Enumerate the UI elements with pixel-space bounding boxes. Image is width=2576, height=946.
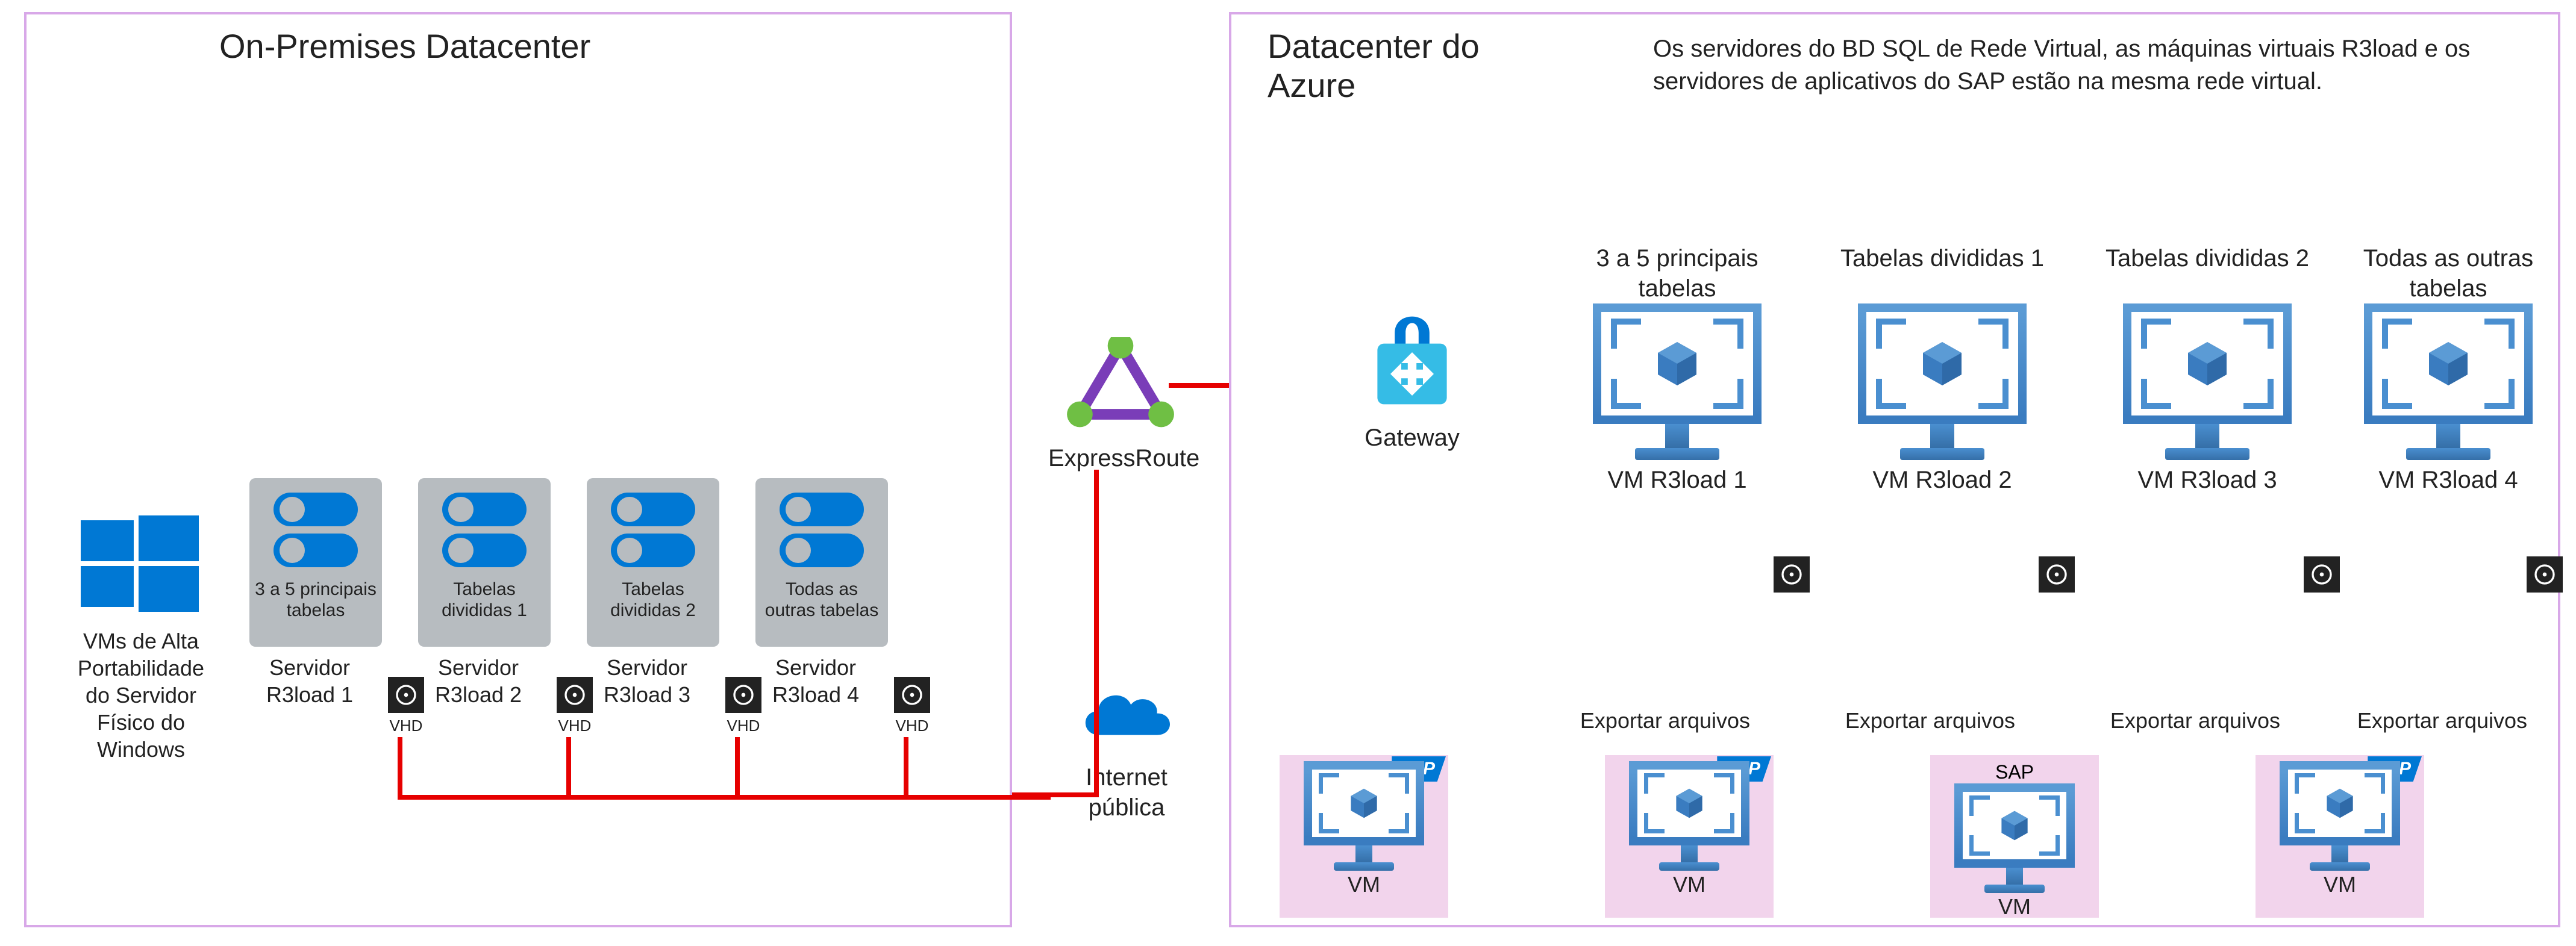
toggle-icon <box>611 534 695 567</box>
server-box: Tabelas divididas 1 <box>418 478 551 647</box>
internet-label: Internet pública <box>1060 762 1193 823</box>
azure-vm-4: Todas as outras tabelas VM R3load 4 <box>2340 243 2557 495</box>
monitor-icon <box>1593 303 1762 460</box>
azure-vm-2: Tabelas divididas 1 VM R3load 2 <box>1834 243 2051 495</box>
vm-top-label: 3 a 5 principais tabelas <box>1569 243 1786 303</box>
vm-name: VM R3load 1 <box>1569 465 1786 495</box>
server-box-text: 3 a 5 principais tabelas <box>249 579 382 621</box>
sap-vm-4: SAP VM <box>2280 761 2400 898</box>
onprem-bus <box>27 14 1051 930</box>
onprem-panel: On-Premises Datacenter VMs de Alta Porta… <box>24 12 1012 927</box>
azure-panel: Datacenter do Azure Os servidores do BD … <box>1229 12 2560 927</box>
disk-icon <box>2039 556 2075 593</box>
server-1: 3 a 5 principais tabelas Servidor R3load… <box>249 478 382 708</box>
sap-vm-2: SAP VM <box>1629 761 1749 898</box>
monitor-icon: SAP <box>1954 761 2075 893</box>
azure-title: Datacenter do Azure <box>1268 26 1508 105</box>
server-box: Todas as outras tabelas <box>755 478 888 647</box>
vhd-label: VHD <box>551 717 599 735</box>
gateway-icon: Gateway <box>1346 297 1478 453</box>
server-below: Servidor R3load 4 <box>755 654 876 708</box>
toggle-icon <box>274 493 358 526</box>
server-below: Servidor R3load 2 <box>418 654 539 708</box>
sap-vm-label: VM <box>1304 871 1424 898</box>
sap-vm-label: VM <box>1629 871 1749 898</box>
vhd-label: VHD <box>888 717 936 735</box>
disk-icon <box>2304 556 2340 593</box>
azure-vm-3: Tabelas divididas 2 VM R3load 3 <box>2099 243 2316 495</box>
windows-label: VMs de Alta Portabilidade do Servidor Fí… <box>63 627 219 763</box>
expressroute-icon: ExpressRoute <box>1048 337 1193 473</box>
disk-icon <box>1774 556 1810 593</box>
export-label: Exportar arquivos <box>1557 707 1774 734</box>
vm-name: VM R3load 3 <box>2099 465 2316 495</box>
onprem-title: On-Premises Datacenter <box>219 26 590 66</box>
disk-icon <box>894 677 930 713</box>
server-below: Servidor R3load 3 <box>587 654 707 708</box>
disk-icon <box>2527 556 2563 593</box>
monitor-icon: SAP <box>1304 761 1424 871</box>
sap-vm-1: SAP VM <box>1304 761 1424 898</box>
toggle-icon <box>274 534 358 567</box>
azure-description: Os servidores do BD SQL de Rede Virtual,… <box>1653 33 2521 98</box>
server-box: Tabelas divididas 2 <box>587 478 719 647</box>
monitor-icon <box>2364 303 2533 460</box>
export-label: Exportar arquivos <box>2087 707 2304 734</box>
server-box: 3 a 5 principais tabelas <box>249 478 382 647</box>
server-below: Servidor R3load 1 <box>249 654 370 708</box>
vm-name: VM R3load 2 <box>1834 465 2051 495</box>
vhd-label: VHD <box>719 717 767 735</box>
expressroute-label: ExpressRoute <box>1048 443 1193 473</box>
azure-vm-1: 3 a 5 principais tabelas VM R3load 1 <box>1569 243 1786 495</box>
server-box-text: Tabelas divididas 1 <box>418 579 551 621</box>
export-label: Exportar arquivos <box>2334 707 2551 734</box>
export-label: Exportar arquivos <box>1822 707 2039 734</box>
toggle-icon <box>442 493 527 526</box>
monitor-icon <box>2123 303 2292 460</box>
vm-top-label: Todas as outras tabelas <box>2340 243 2557 303</box>
sap-badge: SAP <box>1954 761 2075 783</box>
monitor-icon <box>1858 303 2027 460</box>
sap-vm-3: SAP VM <box>1954 761 2075 920</box>
toggle-icon <box>780 534 864 567</box>
gateway-label: Gateway <box>1346 423 1478 453</box>
vm-top-label: Tabelas divididas 1 <box>1834 243 2051 303</box>
sap-vm-label: VM <box>1954 893 2075 920</box>
vm-top-label: Tabelas divididas 2 <box>2099 243 2316 303</box>
internet-icon: Internet pública <box>1060 680 1193 823</box>
toggle-icon <box>780 493 864 526</box>
server-4: Todas as outras tabelas Servidor R3load … <box>755 478 888 708</box>
windows-icon: VMs de Alta Portabilidade do Servidor Fí… <box>63 508 219 763</box>
server-3: Tabelas divididas 2 Servidor R3load 3 <box>587 478 719 708</box>
toggle-icon <box>611 493 695 526</box>
server-box-text: Todas as outras tabelas <box>755 579 888 621</box>
server-box-text: Tabelas divididas 2 <box>587 579 719 621</box>
vm-name: VM R3load 4 <box>2340 465 2557 495</box>
monitor-icon: SAP <box>2280 761 2400 871</box>
vhd-label: VHD <box>382 717 430 735</box>
toggle-icon <box>442 534 527 567</box>
monitor-icon: SAP <box>1629 761 1749 871</box>
sap-vm-label: VM <box>2280 871 2400 898</box>
server-2: Tabelas divididas 1 Servidor R3load 2 <box>418 478 551 708</box>
